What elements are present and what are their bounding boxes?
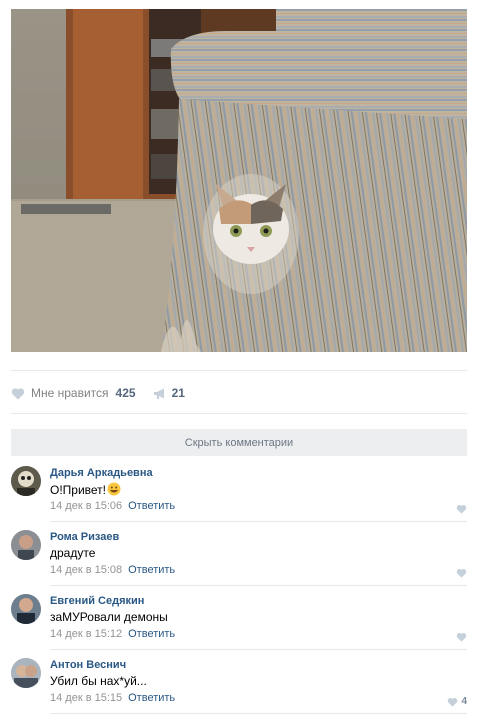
- photo-divider: [11, 370, 467, 371]
- smiley-emoji-icon: [107, 482, 121, 496]
- reply-button[interactable]: Ответить: [128, 692, 175, 704]
- share-count: 21: [171, 386, 185, 400]
- comment-divider: [50, 585, 467, 586]
- like-label: Мне нравится: [31, 386, 109, 400]
- comment-like-button[interactable]: 4: [447, 696, 467, 707]
- comment-item: Дарья Аркадьевна О!Привет! 14 дек в 15:0…: [11, 466, 467, 524]
- comment-meta: 14 дек в 15:12 Ответить: [50, 628, 175, 640]
- heart-icon: [456, 505, 467, 514]
- comment-date[interactable]: 14 дек в 15:15: [50, 692, 122, 704]
- comment-date[interactable]: 14 дек в 15:06: [50, 500, 122, 512]
- comment-divider: [50, 713, 467, 714]
- actions-divider: [11, 413, 467, 414]
- post-actions: Мне нравится 425 21: [11, 384, 467, 402]
- hide-comments-button[interactable]: Скрыть комментарии: [11, 429, 467, 456]
- comment-item: Антон Веснич Убил бы нах*уй... 14 дек в …: [11, 658, 467, 716]
- reply-button[interactable]: Ответить: [128, 628, 175, 640]
- comment-author[interactable]: Евгений Седякин: [50, 595, 144, 607]
- like-count: 425: [115, 386, 136, 400]
- comment-date[interactable]: 14 дек в 15:12: [50, 628, 122, 640]
- reply-button[interactable]: Ответить: [128, 564, 175, 576]
- share-button[interactable]: 21: [153, 386, 185, 400]
- comment-meta: 14 дек в 15:08 Ответить: [50, 564, 175, 576]
- comment-item: Рома Ризаев драдуте 14 дек в 15:08 Ответи…: [11, 530, 467, 588]
- comment-text: О!Привет!: [50, 482, 121, 497]
- avatar[interactable]: [11, 530, 41, 560]
- comment-text: драдуте: [50, 546, 96, 560]
- comment-meta: 14 дек в 15:15 Ответить: [50, 692, 175, 704]
- avatar[interactable]: [11, 466, 41, 496]
- comment-like-button[interactable]: [456, 504, 467, 514]
- comment-author[interactable]: Рома Ризаев: [50, 531, 119, 543]
- like-button[interactable]: Мне нравится 425: [11, 386, 136, 400]
- comment-divider: [50, 649, 467, 650]
- comment-text: заМУРовали демоны: [50, 610, 168, 624]
- comment-like-button[interactable]: [456, 568, 467, 578]
- megaphone-icon: [153, 387, 167, 400]
- avatar[interactable]: [11, 658, 41, 688]
- comment-item: Евгений Седякин заМУРовали демоны 14 дек…: [11, 594, 467, 652]
- comment-like-button[interactable]: [456, 632, 467, 642]
- heart-icon: [11, 387, 25, 400]
- comment-like-count: 4: [461, 696, 467, 707]
- comment-text: Убил бы нах*уй...: [50, 674, 147, 688]
- heart-icon: [456, 569, 467, 578]
- heart-icon: [448, 697, 458, 707]
- avatar[interactable]: [11, 594, 41, 624]
- comment-author[interactable]: Антон Веснич: [50, 659, 126, 671]
- post-photo[interactable]: [11, 9, 467, 352]
- comment-divider: [50, 521, 467, 522]
- comment-date[interactable]: 14 дек в 15:08: [50, 564, 122, 576]
- heart-icon: [456, 633, 467, 642]
- comment-meta: 14 дек в 15:06 Ответить: [50, 500, 175, 512]
- reply-button[interactable]: Ответить: [128, 500, 175, 512]
- comment-author[interactable]: Дарья Аркадьевна: [50, 467, 153, 479]
- cat-in-armchair-photo: [11, 9, 467, 352]
